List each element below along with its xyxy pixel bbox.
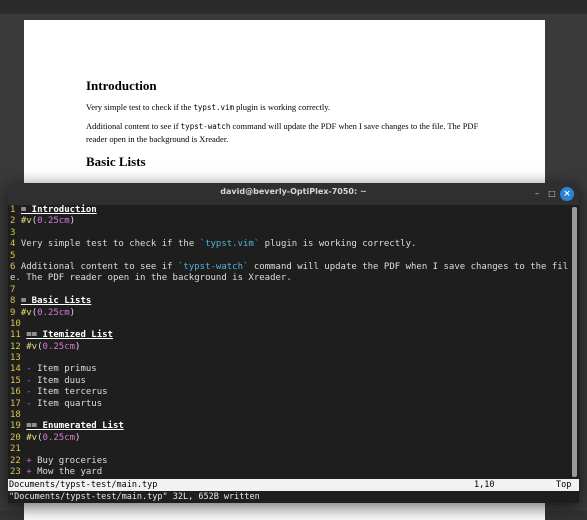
code-token: Item primus [31, 364, 97, 375]
scrollbar-thumb[interactable] [572, 207, 577, 477]
vim-message-line: "Documents/typst-test/main.typ" 32L, 652… [8, 491, 579, 503]
editor-line[interactable]: 12 #v(0.25cm) [10, 342, 570, 353]
code-token: `typst-watch` [177, 261, 249, 272]
code-token: ) [69, 216, 76, 227]
code-token: e. The PDF reader open in the background… [10, 273, 292, 284]
line-number: 6 [10, 261, 16, 272]
line-number: 9 [10, 307, 16, 318]
code-token: plugin is working correctly. [259, 239, 417, 250]
editor-line[interactable]: 8 = Basic Lists [10, 296, 570, 307]
line-number: 16 [10, 387, 21, 398]
editor-line[interactable]: 18 [10, 410, 570, 421]
code-token: #v [26, 341, 38, 352]
editor-line[interactable]: 16 - Item tercerus [10, 387, 570, 398]
pdf-text: plugin is working correctly. [234, 102, 331, 112]
editor-line[interactable]: e. The PDF reader open in the background… [10, 273, 570, 284]
editor-line[interactable]: 6 Additional content to see if `typst-wa… [10, 262, 570, 273]
editor-line[interactable]: 15 - Item duus [10, 376, 570, 387]
code-token: Very simple test to check if the [20, 239, 200, 250]
line-number: 1 [10, 205, 16, 215]
line-number: 8 [10, 296, 16, 307]
maximize-icon[interactable]: □ [545, 187, 559, 201]
editor-line[interactable]: 14 - Item primus [10, 364, 570, 375]
code-token: `typst.vim` [199, 239, 260, 250]
code-token: Mow the yard [31, 466, 103, 477]
code-token: == Itemized List [26, 330, 113, 341]
code-token: command will update the PDF when I save … [248, 261, 569, 272]
code-token: 0.25cm [37, 307, 70, 318]
editor-line[interactable]: 5 [10, 251, 570, 262]
pdf-paragraph-1: Very simple test to check if the typst.v… [86, 101, 496, 114]
editor-line[interactable]: 13 [10, 353, 570, 364]
line-number: 20 [10, 432, 21, 443]
editor-line[interactable]: 10 [10, 319, 570, 330]
code-token: ) [75, 432, 81, 443]
code-token: #v [26, 432, 38, 443]
code-token: Item duus [31, 375, 86, 386]
statusline-cursor-position: 1,10 [474, 480, 495, 490]
terminal-title: david@beverly-OptiPlex-7050: ~ [220, 187, 367, 196]
line-number: 5 [10, 250, 16, 261]
pdf-text: Additional content to see if [86, 121, 181, 131]
code-token: = Introduction [20, 205, 97, 215]
statusline-scroll-position: Top [556, 480, 572, 490]
pdf-text: Very simple test to check if the [86, 102, 194, 112]
line-number: 11 [10, 330, 21, 341]
code-token: Item quartus [31, 398, 103, 409]
code-token: = Basic Lists [20, 296, 92, 307]
pdf-viewer-toolbar [0, 0, 587, 14]
editor-line[interactable]: 17 - Item quartus [10, 399, 570, 410]
pdf-inline-code: typst.vim [193, 103, 235, 112]
line-number: 2 [10, 216, 16, 227]
code-token: 0.25cm [42, 341, 76, 352]
line-number: 23 [10, 466, 21, 477]
statusline-filename: Documents/typst-test/main.typ [9, 480, 158, 490]
editor-line[interactable]: 19 == Enumerated List [10, 421, 570, 432]
terminal-titlebar[interactable]: david@beverly-OptiPlex-7050: ~ – □ × [8, 183, 579, 205]
pdf-heading-introduction: Introduction [86, 78, 157, 93]
editor-line[interactable]: 3 [10, 228, 570, 239]
vim-editor-buffer[interactable]: 1 = Introduction 2 #v(0.25cm) 3 4 Very sim… [10, 205, 570, 479]
code-token: Additional content to see if [20, 261, 178, 272]
vim-statusline: Documents/typst-test/main.typ 1,10 Top [8, 479, 579, 491]
line-number: 22 [10, 455, 21, 466]
terminal-window[interactable]: david@beverly-OptiPlex-7050: ~ – □ × 1 =… [8, 183, 579, 503]
pdf-inline-code: typst-watch [180, 122, 231, 131]
code-token: 0.25cm [42, 432, 76, 443]
editor-line[interactable]: 9 #v(0.25cm) [10, 308, 570, 319]
editor-line[interactable]: 11 == Itemized List [10, 330, 570, 341]
code-token: 0.25cm [37, 216, 70, 227]
line-number: 21 [10, 444, 21, 455]
editor-line[interactable]: 22 + Buy groceries [10, 456, 570, 467]
code-token: == Enumerated List [26, 421, 124, 432]
code-token: #v [20, 307, 32, 318]
pdf-paragraph-2: Additional content to see if typst-watch… [86, 120, 496, 145]
editor-line[interactable]: 2 #v(0.25cm) [10, 216, 570, 227]
editor-line[interactable]: 7 [10, 285, 570, 296]
line-number: 12 [10, 341, 21, 352]
code-token: Item tercerus [31, 387, 108, 398]
code-token: ) [69, 307, 76, 318]
line-number: 15 [10, 375, 21, 386]
line-number: 18 [10, 410, 21, 421]
line-number: 13 [10, 353, 21, 364]
line-number: 10 [10, 318, 21, 329]
editor-line[interactable]: 4 Very simple test to check if the `typs… [10, 239, 570, 250]
editor-line[interactable]: 1 = Introduction [10, 205, 570, 216]
close-icon[interactable]: × [560, 187, 574, 201]
line-number: 3 [10, 227, 16, 238]
pdf-heading-basic-lists: Basic Lists [86, 154, 146, 169]
editor-line[interactable]: 21 [10, 444, 570, 455]
minimize-icon[interactable]: – [530, 187, 544, 201]
code-token: ) [75, 341, 81, 352]
line-number: 17 [10, 398, 21, 409]
editor-line[interactable]: 23 + Mow the yard [10, 467, 570, 478]
line-number: 19 [10, 421, 21, 432]
line-number: 7 [10, 284, 16, 295]
editor-line[interactable]: 20 #v(0.25cm) [10, 433, 570, 444]
code-token: Buy groceries [31, 455, 108, 466]
code-token: #v [20, 216, 32, 227]
line-number: 14 [10, 364, 21, 375]
line-number: 4 [10, 239, 16, 250]
